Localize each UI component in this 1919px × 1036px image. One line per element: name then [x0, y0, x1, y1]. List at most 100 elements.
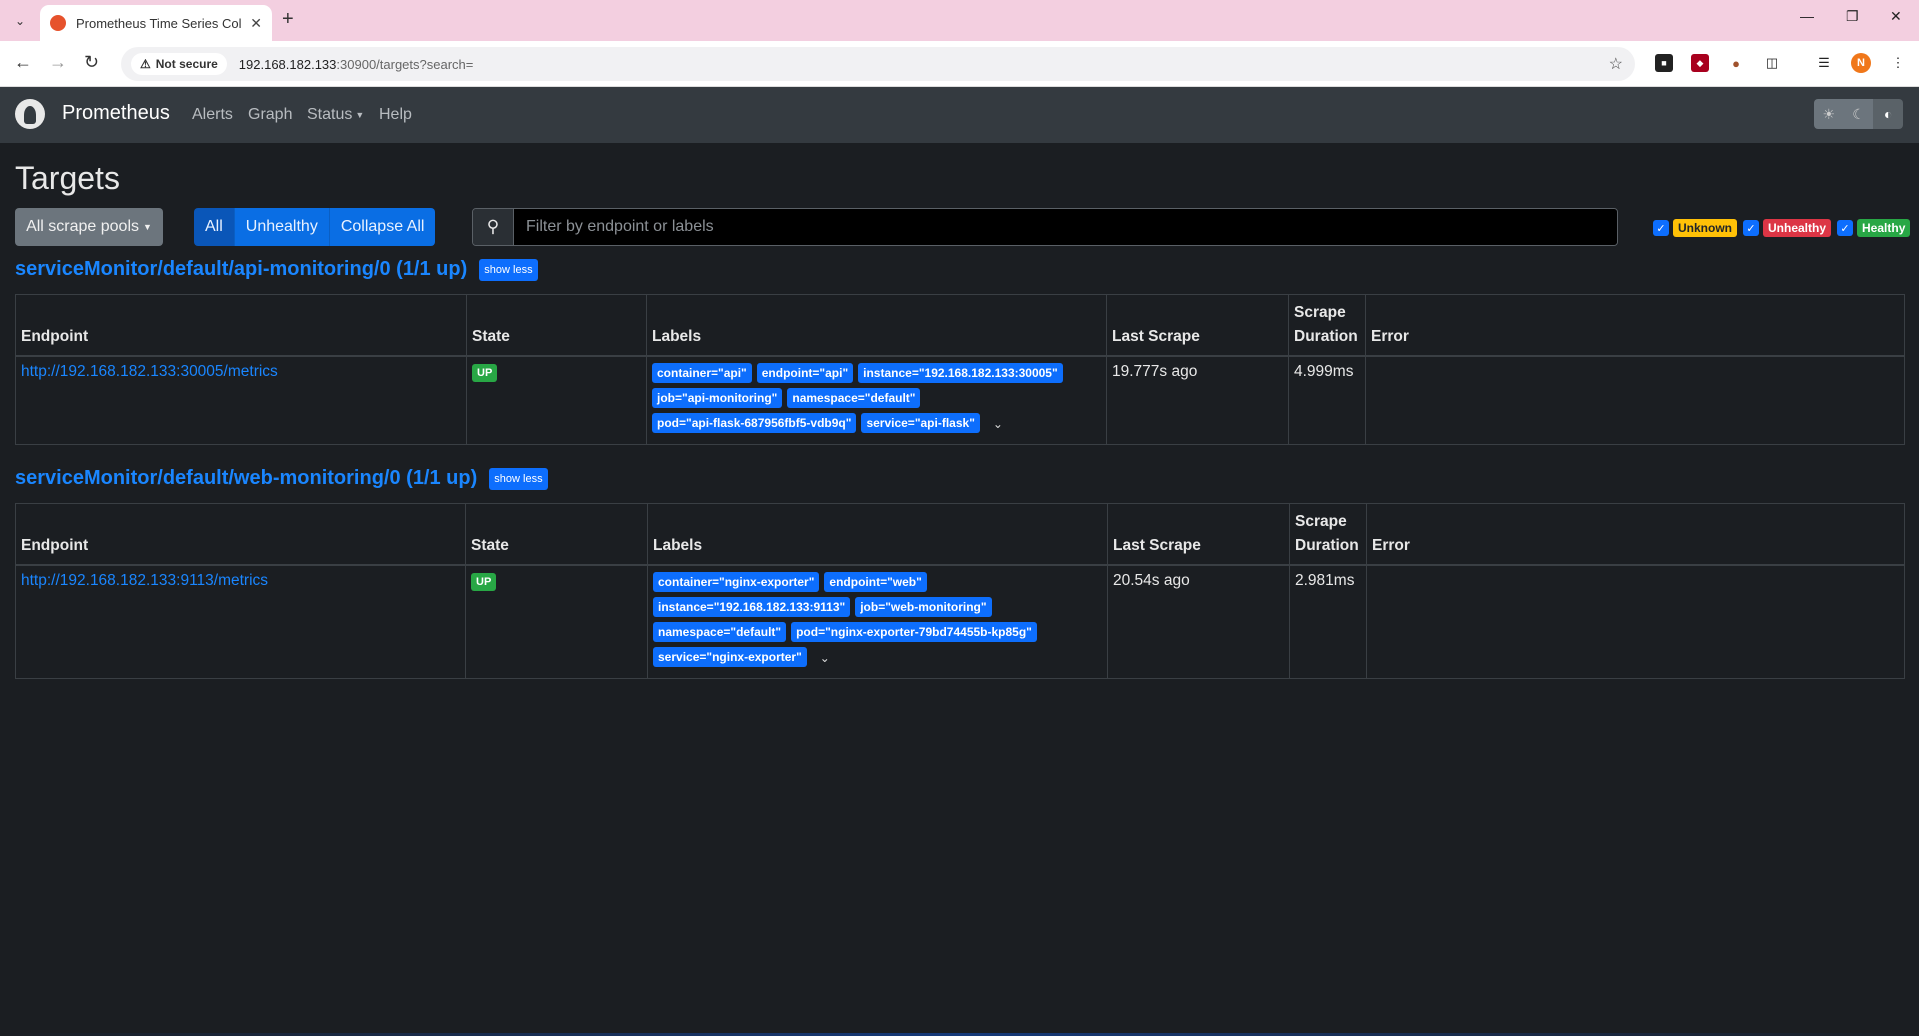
bookmark-star-icon[interactable]: ☆: [1609, 54, 1623, 74]
label-badge: job="web-monitoring": [855, 597, 992, 617]
restore-icon[interactable]: ❐: [1846, 8, 1859, 25]
browser-toolbar: ← → ↻ ⚠ Not secure 192.168.182.133:30900…: [0, 41, 1919, 87]
label-badge: namespace="default": [787, 388, 921, 408]
auto-theme-contrast-icon[interactable]: ◐: [1873, 99, 1903, 129]
new-tab-button[interactable]: +: [282, 8, 294, 31]
label-badge: endpoint="web": [824, 572, 927, 592]
filter-all-button[interactable]: All: [194, 208, 235, 246]
not-secure-label: Not secure: [155, 57, 218, 71]
show-less-button[interactable]: show less: [479, 258, 538, 281]
reload-icon[interactable]: ↻: [84, 52, 99, 73]
unknown-checkbox[interactable]: ✓: [1653, 220, 1669, 236]
labels-list: container="api" endpoint="api" instance=…: [652, 363, 1101, 438]
label-badge: container="nginx-exporter": [653, 572, 820, 592]
pool-header: serviceMonitor/default/api-monitoring/0 …: [15, 258, 538, 281]
caret-down-icon: ▼: [143, 222, 152, 232]
col-error: Error: [1366, 503, 1905, 566]
col-state: State: [466, 294, 647, 357]
status-badge: UP: [471, 573, 497, 591]
search-input[interactable]: [514, 209, 1617, 245]
browser-tab[interactable]: Prometheus Time Series Collect ✕: [40, 5, 272, 41]
prometheus-logo-icon[interactable]: [15, 99, 45, 129]
ublock-shield-icon[interactable]: ◆: [1691, 54, 1709, 72]
site-info-chip[interactable]: ⚠ Not secure: [131, 53, 227, 75]
warning-triangle-icon: ⚠: [140, 57, 151, 71]
label-badge: endpoint="api": [756, 363, 854, 383]
col-scrape-duration: Scrape Duration: [1288, 294, 1366, 357]
col-labels: Labels: [646, 294, 1107, 357]
show-less-button[interactable]: show less: [489, 467, 548, 490]
app-navbar: Prometheus Alerts Graph Status ▼ Help ☀ ☾…: [0, 87, 1919, 143]
tab-search-chevron-icon[interactable]: ⌄: [6, 8, 34, 34]
search-group: ⚲: [472, 208, 1618, 246]
endpoint-link[interactable]: http://192.168.182.133:9113/metrics: [21, 572, 268, 589]
url-host: 192.168.182.133: [238, 56, 337, 72]
nav-graph[interactable]: Graph: [248, 106, 292, 124]
error-value: [1366, 564, 1905, 679]
unhealthy-checkbox[interactable]: ✓: [1743, 220, 1759, 236]
cookie-icon[interactable]: ●: [1727, 54, 1745, 72]
scrape-duration-value: 4.999ms: [1288, 355, 1366, 445]
extension-icon[interactable]: ■: [1655, 54, 1673, 72]
scrape-pools-dropdown[interactable]: All scrape pools ▼: [15, 208, 163, 246]
status-badge: UP: [472, 364, 498, 382]
browser-menu-icon[interactable]: ⋮: [1889, 54, 1907, 72]
pool-title-link[interactable]: serviceMonitor/default/api-monitoring/0 …: [15, 258, 467, 281]
tab-title: Prometheus Time Series Collect: [76, 15, 242, 31]
unhealthy-badge: Unhealthy: [1763, 219, 1832, 237]
col-endpoint: Endpoint: [15, 294, 467, 357]
label-badge: pod="nginx-exporter-79bd74455b-kp85g": [791, 622, 1037, 642]
dark-theme-moon-icon[interactable]: ☾: [1843, 99, 1874, 129]
forward-arrow-icon[interactable]: →: [49, 52, 67, 73]
table-row: http://192.168.182.133:30005/metrics UP …: [15, 355, 1905, 445]
pool-title-link[interactable]: serviceMonitor/default/web-monitoring/0 …: [15, 467, 477, 490]
scrape-pools-label: All scrape pools: [26, 218, 140, 235]
col-labels: Labels: [647, 503, 1108, 566]
unknown-badge: Unknown: [1673, 219, 1737, 237]
col-last-scrape: Last Scrape: [1106, 294, 1289, 357]
label-badge: service="nginx-exporter": [653, 647, 807, 667]
targets-table: Endpoint State Labels Last Scrape Scrape…: [15, 503, 1905, 679]
filter-unhealthy-button[interactable]: Unhealthy: [234, 208, 330, 246]
healthy-badge: Healthy: [1857, 219, 1911, 237]
window-close-icon[interactable]: ✕: [1890, 8, 1902, 25]
col-endpoint: Endpoint: [15, 503, 466, 566]
healthy-checkbox[interactable]: ✓: [1837, 220, 1854, 236]
chevron-down-icon[interactable]: ⌄: [993, 417, 1003, 431]
address-bar[interactable]: ⚠ Not secure 192.168.182.133:30900/targe…: [121, 47, 1635, 81]
col-scrape-duration: Scrape Duration: [1289, 503, 1367, 566]
caret-down-icon: ▼: [355, 109, 365, 120]
scrape-duration-value: 2.981ms: [1289, 564, 1367, 679]
label-badge: container="api": [652, 363, 752, 383]
brand-title[interactable]: Prometheus: [62, 102, 170, 125]
table-row: http://192.168.182.133:9113/metrics UP c…: [15, 564, 1905, 679]
error-value: [1365, 355, 1905, 445]
nav-help[interactable]: Help: [379, 106, 412, 124]
nav-alerts[interactable]: Alerts: [192, 106, 233, 124]
prometheus-favicon-icon: [50, 15, 66, 31]
collapse-all-button[interactable]: Collapse All: [329, 208, 436, 246]
targets-table: Endpoint State Labels Last Scrape Scrape…: [15, 294, 1905, 445]
search-icon: ⚲: [473, 209, 514, 245]
tab-close-icon[interactable]: ✕: [250, 15, 262, 32]
endpoint-link[interactable]: http://192.168.182.133:30005/metrics: [21, 363, 278, 380]
labels-list: container="nginx-exporter" endpoint="web…: [653, 572, 1102, 672]
page-title: Targets: [15, 160, 120, 196]
col-last-scrape: Last Scrape: [1107, 503, 1290, 566]
chevron-down-icon[interactable]: ⌄: [820, 651, 830, 665]
profile-avatar[interactable]: N: [1851, 53, 1871, 73]
health-filters: ✓ Unknown ✓ Unhealthy ✓ Healthy: [1653, 219, 1912, 237]
back-arrow-icon[interactable]: ←: [14, 52, 32, 73]
last-scrape-value: 20.54s ago: [1107, 564, 1290, 679]
puzzle-extensions-icon[interactable]: ◫: [1763, 54, 1781, 72]
col-state: State: [465, 503, 648, 566]
minimize-icon[interactable]: —: [1800, 8, 1814, 24]
col-error: Error: [1365, 294, 1905, 357]
media-queue-icon[interactable]: ☰: [1815, 54, 1833, 72]
light-theme-sun-icon[interactable]: ☀: [1814, 99, 1844, 129]
nav-status-label: Status: [307, 106, 353, 123]
label-badge: service="api-flask": [861, 413, 980, 433]
pool-header: serviceMonitor/default/web-monitoring/0 …: [15, 467, 548, 490]
nav-status-dropdown[interactable]: Status ▼: [307, 106, 364, 124]
target-filter-group: All Unhealthy Collapse All: [194, 208, 436, 246]
